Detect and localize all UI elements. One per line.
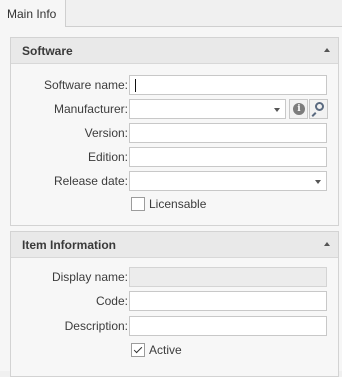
dropdown-arrow-icon[interactable] <box>315 180 321 184</box>
release-date-label: Release date: <box>53 174 128 188</box>
edition-row: Edition: <box>11 147 338 167</box>
code-input[interactable] <box>129 291 327 311</box>
active-label[interactable]: Active <box>149 343 182 357</box>
software-group: Software Software name: Manufacturer: i <box>10 37 339 226</box>
software-group-header[interactable]: Software <box>11 38 338 64</box>
manufacturer-info-button[interactable]: i <box>289 99 308 119</box>
collapse-icon[interactable] <box>324 48 330 52</box>
software-name-input[interactable] <box>129 75 327 95</box>
item-information-title: Item Information <box>22 238 117 252</box>
release-date-row: Release date: <box>11 171 338 191</box>
description-label: Description: <box>64 319 128 333</box>
display-name-label: Display name: <box>51 270 128 284</box>
tab-content: Software Software name: Manufacturer: i <box>0 27 342 377</box>
description-input[interactable] <box>129 316 327 336</box>
software-name-label: Software name: <box>43 78 128 92</box>
code-row: Code: <box>11 291 338 311</box>
licensable-row: Licensable <box>11 196 338 216</box>
edition-input[interactable] <box>129 147 327 167</box>
dropdown-arrow-icon[interactable] <box>274 108 280 112</box>
display-name-input <box>129 267 327 287</box>
info-icon: i <box>293 103 305 115</box>
release-date-picker[interactable] <box>129 171 327 191</box>
tab-main-info-label: Main Info <box>7 7 57 21</box>
tab-strip: Main Info <box>0 0 342 28</box>
software-name-row: Software name: <box>11 75 338 95</box>
version-input[interactable] <box>129 123 327 143</box>
collapse-icon[interactable] <box>324 242 330 246</box>
code-label: Code: <box>95 294 128 308</box>
description-row: Description: <box>11 316 338 336</box>
item-information-group: Item Information Display name: Code: Des… <box>10 231 339 377</box>
licensable-checkbox[interactable] <box>131 197 145 211</box>
software-group-title: Software <box>22 44 73 58</box>
licensable-label[interactable]: Licensable <box>149 197 206 211</box>
manufacturer-row: Manufacturer: i <box>11 99 338 119</box>
active-row: Active <box>11 342 338 362</box>
tab-main-info[interactable]: Main Info <box>0 0 66 28</box>
active-checkbox[interactable] <box>131 343 145 357</box>
manufacturer-label: Manufacturer: <box>53 102 128 116</box>
item-information-header[interactable]: Item Information <box>11 232 338 258</box>
version-row: Version: <box>11 123 338 143</box>
edition-label: Edition: <box>87 150 128 164</box>
manufacturer-combo[interactable] <box>129 99 286 119</box>
text-caret <box>135 79 136 92</box>
display-name-row: Display name: <box>11 267 338 287</box>
version-label: Version: <box>84 126 128 140</box>
manufacturer-search-button[interactable] <box>309 99 328 119</box>
